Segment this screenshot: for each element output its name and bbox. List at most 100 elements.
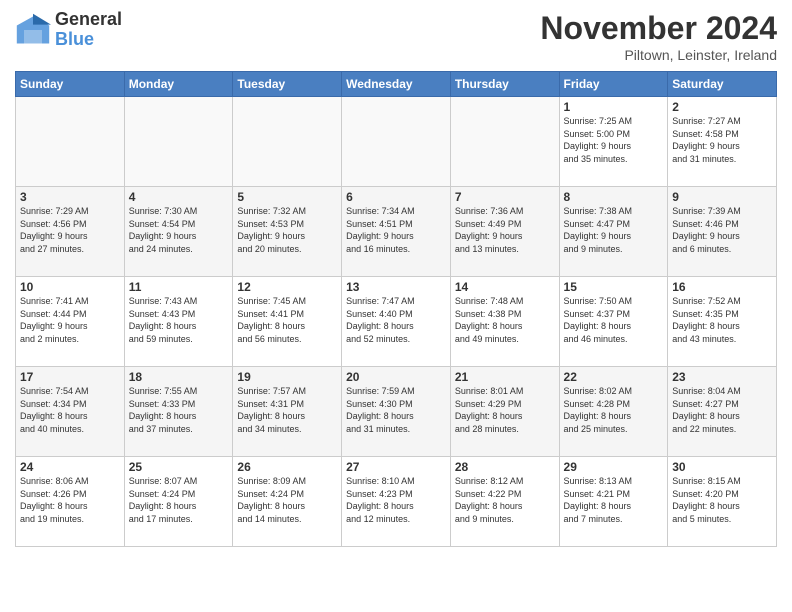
day-info: Sunrise: 7:55 AM Sunset: 4:33 PM Dayligh… <box>129 385 229 435</box>
header: General Blue November 2024 Piltown, Lein… <box>15 10 777 63</box>
day-info: Sunrise: 8:13 AM Sunset: 4:21 PM Dayligh… <box>564 475 664 525</box>
calendar-cell <box>124 97 233 187</box>
day-number: 12 <box>237 280 337 294</box>
day-number: 21 <box>455 370 555 384</box>
calendar-cell: 24Sunrise: 8:06 AM Sunset: 4:26 PM Dayli… <box>16 457 125 547</box>
day-info: Sunrise: 8:10 AM Sunset: 4:23 PM Dayligh… <box>346 475 446 525</box>
day-info: Sunrise: 8:02 AM Sunset: 4:28 PM Dayligh… <box>564 385 664 435</box>
calendar-cell: 25Sunrise: 8:07 AM Sunset: 4:24 PM Dayli… <box>124 457 233 547</box>
calendar-cell <box>233 97 342 187</box>
calendar-cell: 4Sunrise: 7:30 AM Sunset: 4:54 PM Daylig… <box>124 187 233 277</box>
day-info: Sunrise: 7:52 AM Sunset: 4:35 PM Dayligh… <box>672 295 772 345</box>
day-number: 3 <box>20 190 120 204</box>
col-monday: Monday <box>124 72 233 97</box>
month-title: November 2024 <box>540 10 777 47</box>
day-number: 1 <box>564 100 664 114</box>
logo-general: General <box>55 10 122 30</box>
day-info: Sunrise: 7:59 AM Sunset: 4:30 PM Dayligh… <box>346 385 446 435</box>
calendar-cell: 17Sunrise: 7:54 AM Sunset: 4:34 PM Dayli… <box>16 367 125 457</box>
col-saturday: Saturday <box>668 72 777 97</box>
day-info: Sunrise: 7:41 AM Sunset: 4:44 PM Dayligh… <box>20 295 120 345</box>
calendar-week-4: 17Sunrise: 7:54 AM Sunset: 4:34 PM Dayli… <box>16 367 777 457</box>
calendar-header: Sunday Monday Tuesday Wednesday Thursday… <box>16 72 777 97</box>
page: General Blue November 2024 Piltown, Lein… <box>0 0 792 557</box>
day-number: 8 <box>564 190 664 204</box>
calendar-cell: 7Sunrise: 7:36 AM Sunset: 4:49 PM Daylig… <box>450 187 559 277</box>
calendar-cell <box>342 97 451 187</box>
day-info: Sunrise: 7:29 AM Sunset: 4:56 PM Dayligh… <box>20 205 120 255</box>
day-info: Sunrise: 7:45 AM Sunset: 4:41 PM Dayligh… <box>237 295 337 345</box>
day-number: 18 <box>129 370 229 384</box>
calendar-cell: 6Sunrise: 7:34 AM Sunset: 4:51 PM Daylig… <box>342 187 451 277</box>
day-info: Sunrise: 7:39 AM Sunset: 4:46 PM Dayligh… <box>672 205 772 255</box>
calendar-cell <box>450 97 559 187</box>
calendar-cell: 9Sunrise: 7:39 AM Sunset: 4:46 PM Daylig… <box>668 187 777 277</box>
calendar-week-3: 10Sunrise: 7:41 AM Sunset: 4:44 PM Dayli… <box>16 277 777 367</box>
logo-text: General Blue <box>55 10 122 50</box>
day-number: 25 <box>129 460 229 474</box>
calendar-cell: 22Sunrise: 8:02 AM Sunset: 4:28 PM Dayli… <box>559 367 668 457</box>
calendar-cell: 20Sunrise: 7:59 AM Sunset: 4:30 PM Dayli… <box>342 367 451 457</box>
day-info: Sunrise: 8:01 AM Sunset: 4:29 PM Dayligh… <box>455 385 555 435</box>
calendar-cell: 2Sunrise: 7:27 AM Sunset: 4:58 PM Daylig… <box>668 97 777 187</box>
calendar-cell: 28Sunrise: 8:12 AM Sunset: 4:22 PM Dayli… <box>450 457 559 547</box>
calendar-table: Sunday Monday Tuesday Wednesday Thursday… <box>15 71 777 547</box>
day-info: Sunrise: 7:48 AM Sunset: 4:38 PM Dayligh… <box>455 295 555 345</box>
day-number: 22 <box>564 370 664 384</box>
col-tuesday: Tuesday <box>233 72 342 97</box>
day-info: Sunrise: 8:04 AM Sunset: 4:27 PM Dayligh… <box>672 385 772 435</box>
calendar-cell: 1Sunrise: 7:25 AM Sunset: 5:00 PM Daylig… <box>559 97 668 187</box>
day-info: Sunrise: 7:54 AM Sunset: 4:34 PM Dayligh… <box>20 385 120 435</box>
day-info: Sunrise: 7:43 AM Sunset: 4:43 PM Dayligh… <box>129 295 229 345</box>
day-info: Sunrise: 7:50 AM Sunset: 4:37 PM Dayligh… <box>564 295 664 345</box>
day-number: 11 <box>129 280 229 294</box>
day-number: 16 <box>672 280 772 294</box>
calendar-body: 1Sunrise: 7:25 AM Sunset: 5:00 PM Daylig… <box>16 97 777 547</box>
location: Piltown, Leinster, Ireland <box>540 47 777 63</box>
day-info: Sunrise: 7:34 AM Sunset: 4:51 PM Dayligh… <box>346 205 446 255</box>
day-number: 29 <box>564 460 664 474</box>
calendar-cell: 3Sunrise: 7:29 AM Sunset: 4:56 PM Daylig… <box>16 187 125 277</box>
day-info: Sunrise: 8:09 AM Sunset: 4:24 PM Dayligh… <box>237 475 337 525</box>
calendar-cell: 10Sunrise: 7:41 AM Sunset: 4:44 PM Dayli… <box>16 277 125 367</box>
calendar-cell: 21Sunrise: 8:01 AM Sunset: 4:29 PM Dayli… <box>450 367 559 457</box>
col-sunday: Sunday <box>16 72 125 97</box>
calendar-cell: 15Sunrise: 7:50 AM Sunset: 4:37 PM Dayli… <box>559 277 668 367</box>
day-number: 19 <box>237 370 337 384</box>
day-number: 23 <box>672 370 772 384</box>
logo: General Blue <box>15 10 122 50</box>
day-number: 5 <box>237 190 337 204</box>
calendar-cell: 27Sunrise: 8:10 AM Sunset: 4:23 PM Dayli… <box>342 457 451 547</box>
calendar-cell: 23Sunrise: 8:04 AM Sunset: 4:27 PM Dayli… <box>668 367 777 457</box>
day-info: Sunrise: 7:25 AM Sunset: 5:00 PM Dayligh… <box>564 115 664 165</box>
day-number: 14 <box>455 280 555 294</box>
calendar-cell: 19Sunrise: 7:57 AM Sunset: 4:31 PM Dayli… <box>233 367 342 457</box>
calendar-cell: 14Sunrise: 7:48 AM Sunset: 4:38 PM Dayli… <box>450 277 559 367</box>
day-number: 30 <box>672 460 772 474</box>
calendar-week-1: 1Sunrise: 7:25 AM Sunset: 5:00 PM Daylig… <box>16 97 777 187</box>
calendar-cell: 30Sunrise: 8:15 AM Sunset: 4:20 PM Dayli… <box>668 457 777 547</box>
logo-icon <box>15 12 51 48</box>
day-info: Sunrise: 7:27 AM Sunset: 4:58 PM Dayligh… <box>672 115 772 165</box>
day-number: 28 <box>455 460 555 474</box>
day-number: 17 <box>20 370 120 384</box>
day-number: 13 <box>346 280 446 294</box>
day-info: Sunrise: 7:36 AM Sunset: 4:49 PM Dayligh… <box>455 205 555 255</box>
title-block: November 2024 Piltown, Leinster, Ireland <box>540 10 777 63</box>
day-info: Sunrise: 7:32 AM Sunset: 4:53 PM Dayligh… <box>237 205 337 255</box>
calendar-cell: 8Sunrise: 7:38 AM Sunset: 4:47 PM Daylig… <box>559 187 668 277</box>
day-info: Sunrise: 7:38 AM Sunset: 4:47 PM Dayligh… <box>564 205 664 255</box>
logo-blue: Blue <box>55 30 122 50</box>
col-friday: Friday <box>559 72 668 97</box>
calendar-cell: 5Sunrise: 7:32 AM Sunset: 4:53 PM Daylig… <box>233 187 342 277</box>
day-info: Sunrise: 7:47 AM Sunset: 4:40 PM Dayligh… <box>346 295 446 345</box>
calendar-cell: 29Sunrise: 8:13 AM Sunset: 4:21 PM Dayli… <box>559 457 668 547</box>
day-number: 20 <box>346 370 446 384</box>
day-info: Sunrise: 7:30 AM Sunset: 4:54 PM Dayligh… <box>129 205 229 255</box>
day-info: Sunrise: 7:57 AM Sunset: 4:31 PM Dayligh… <box>237 385 337 435</box>
day-number: 27 <box>346 460 446 474</box>
day-number: 9 <box>672 190 772 204</box>
calendar-week-5: 24Sunrise: 8:06 AM Sunset: 4:26 PM Dayli… <box>16 457 777 547</box>
calendar-cell: 12Sunrise: 7:45 AM Sunset: 4:41 PM Dayli… <box>233 277 342 367</box>
header-row: Sunday Monday Tuesday Wednesday Thursday… <box>16 72 777 97</box>
